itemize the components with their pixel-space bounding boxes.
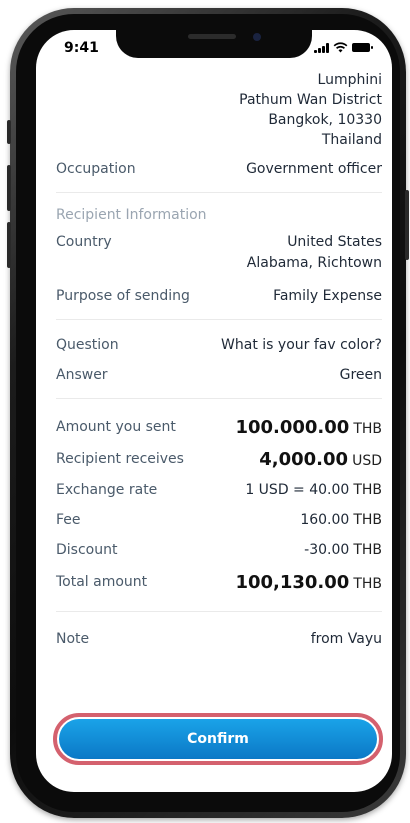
- status-time: 9:41: [64, 40, 99, 56]
- country-row: Country United States: [56, 229, 382, 255]
- exchange-rate-label: Exchange rate: [56, 482, 158, 498]
- note-row: Note from Vayu: [56, 626, 382, 652]
- address-line: Thailand: [321, 132, 382, 148]
- question-row: Question What is your fav color?: [56, 332, 382, 358]
- recipient-section-title: Recipient Information: [56, 207, 207, 223]
- discount-label: Discount: [56, 542, 118, 558]
- fee-label: Fee: [56, 512, 81, 528]
- fee-row: Fee 160.00 THB: [56, 507, 382, 533]
- confirm-button[interactable]: Confirm: [59, 719, 377, 759]
- amount-sent-currency: THB: [353, 420, 382, 437]
- exchange-rate-value: 1 USD = 40.00 THB: [245, 482, 382, 498]
- notch: [116, 30, 312, 58]
- question-value: What is your fav color?: [221, 337, 382, 353]
- fee-number: 160.00: [300, 512, 350, 528]
- signal-icon: [314, 42, 329, 53]
- answer-value: Green: [339, 367, 382, 383]
- occupation-row: Occupation Government officer: [56, 156, 382, 182]
- amount-sent-row: Amount you sent 100.000.00 THB: [56, 413, 382, 441]
- status-icons: [314, 42, 373, 53]
- question-label: Question: [56, 337, 119, 353]
- total-amount-number: 100,130.00: [235, 571, 350, 593]
- transfer-summary: Lumphini Pathum Wan District Bangkok, 10…: [56, 62, 382, 652]
- fee-currency: THB: [353, 512, 382, 528]
- confirm-button-highlight: Confirm: [53, 713, 383, 765]
- answer-label: Answer: [56, 367, 108, 383]
- discount-currency: THB: [353, 542, 382, 558]
- discount-row: Discount -30.00 THB: [56, 537, 382, 563]
- recipient-receives-label: Recipient receives: [56, 451, 184, 467]
- recipient-receives-number: 4,000.00: [259, 448, 349, 470]
- address-line: Pathum Wan District: [239, 92, 382, 108]
- side-button-mute: [7, 120, 11, 144]
- amount-sent-label: Amount you sent: [56, 419, 176, 435]
- divider: [56, 192, 382, 193]
- front-camera: [253, 33, 261, 41]
- total-amount-currency: THB: [353, 575, 382, 592]
- total-amount-row: Total amount 100,130.00 THB: [56, 567, 382, 597]
- divider: [56, 611, 382, 612]
- fee-value: 160.00 THB: [300, 512, 382, 528]
- country-value: United States: [287, 234, 382, 250]
- screen: 9:41 Lumphini Pathum Wan District Bangko…: [36, 30, 392, 792]
- recipient-receives-currency: USD: [352, 452, 382, 469]
- side-button-power: [405, 190, 409, 260]
- total-amount-label: Total amount: [56, 574, 148, 590]
- country-region-value: Alabama, Richtown: [246, 255, 382, 271]
- battery-icon: [352, 43, 373, 52]
- exchange-rate-row: Exchange rate 1 USD = 40.00 THB: [56, 477, 382, 503]
- answer-row: Answer Green: [56, 362, 382, 388]
- wifi-icon: [333, 42, 348, 53]
- side-button-volume-up: [7, 165, 11, 211]
- occupation-value: Government officer: [246, 161, 382, 177]
- discount-number: -30.00: [304, 542, 350, 558]
- exchange-rate-number: 1 USD = 40.00: [245, 482, 350, 498]
- speaker: [188, 34, 236, 39]
- recipient-receives-value: 4,000.00 USD: [259, 449, 382, 470]
- side-button-volume-down: [7, 222, 11, 268]
- country-label: Country: [56, 234, 112, 250]
- amount-sent-number: 100.000.00: [235, 416, 350, 438]
- total-amount-value: 100,130.00 THB: [235, 572, 382, 593]
- purpose-row: Purpose of sending Family Expense: [56, 283, 382, 309]
- exchange-rate-currency: THB: [353, 482, 382, 498]
- note-value: from Vayu: [310, 631, 382, 647]
- amount-sent-value: 100.000.00 THB: [235, 417, 382, 438]
- address-line: Lumphini: [317, 72, 382, 88]
- discount-value: -30.00 THB: [304, 542, 382, 558]
- divider: [56, 319, 382, 320]
- note-label: Note: [56, 631, 90, 647]
- sender-address: Lumphini Pathum Wan District Bangkok, 10…: [56, 70, 382, 150]
- divider: [56, 398, 382, 399]
- occupation-label: Occupation: [56, 161, 136, 177]
- purpose-value: Family Expense: [273, 288, 382, 304]
- address-line: Bangkok, 10330: [268, 112, 382, 128]
- purpose-label: Purpose of sending: [56, 288, 190, 304]
- recipient-receives-row: Recipient receives 4,000.00 USD: [56, 445, 382, 473]
